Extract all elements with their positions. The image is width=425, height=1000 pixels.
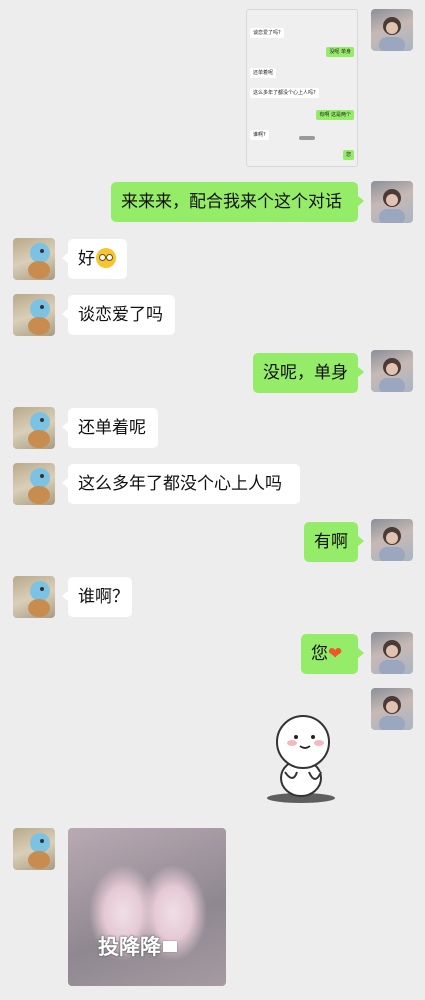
shy-blob-sticker[interactable]	[263, 712, 343, 804]
my-avatar[interactable]	[371, 632, 413, 674]
friend-avatar[interactable]	[13, 463, 55, 505]
person-photo-icon	[379, 358, 405, 392]
friend-avatar[interactable]	[13, 828, 55, 870]
thumb-msg: 没呢 单身	[326, 47, 354, 57]
message-bubble[interactable]: 谁啊？	[62, 577, 132, 617]
my-avatar[interactable]	[371, 350, 413, 392]
image-caption: 投降降	[98, 931, 177, 961]
squirtle-icon	[28, 581, 50, 617]
thumb-msg: 您	[342, 150, 354, 160]
message-text: 您	[311, 644, 328, 664]
my-avatar[interactable]	[371, 519, 413, 561]
person-photo-icon	[379, 189, 405, 223]
message-text: 还单着呢	[78, 418, 146, 438]
message-bubble[interactable]: 来来来，配合我来个这个对话	[111, 182, 364, 222]
message-bubble[interactable]: 好	[62, 239, 127, 279]
friend-avatar[interactable]	[13, 576, 55, 618]
person-photo-icon	[379, 17, 405, 51]
thumb-msg: 谁啊?	[250, 130, 269, 140]
thumb-msg: 谈恋爱了吗?	[250, 28, 284, 38]
squirtle-icon	[28, 243, 50, 279]
person-photo-icon	[379, 696, 405, 730]
friend-avatar[interactable]	[13, 238, 55, 280]
person-photo-icon	[379, 527, 405, 561]
message-text: 好	[78, 249, 95, 269]
my-avatar[interactable]	[371, 181, 413, 223]
my-avatar[interactable]	[371, 688, 413, 730]
message-text: 没呢，单身	[263, 363, 348, 383]
chat-screenshot-image[interactable]: 谈恋爱了吗? 没呢 单身 还单着呢 这么多年了都没个心上人吗? 有啊 这是两个 …	[246, 9, 358, 167]
cat-paws-image[interactable]: 投降降	[68, 828, 226, 986]
message-bubble[interactable]: 有啊	[304, 522, 364, 562]
friend-avatar[interactable]	[13, 294, 55, 336]
message-text: 这么多年了都没个心上人吗	[78, 474, 282, 494]
squirtle-icon	[28, 833, 50, 869]
thumb-msg: 这么多年了都没个心上人吗?	[250, 88, 319, 98]
friend-avatar[interactable]	[13, 407, 55, 449]
message-text: 谁啊？	[78, 587, 129, 607]
my-avatar[interactable]	[371, 9, 413, 51]
message-bubble[interactable]: 还单着呢	[62, 408, 158, 448]
message-bubble[interactable]: 没呢，单身	[253, 353, 364, 393]
flushed-face-icon	[96, 248, 116, 268]
heart-icon: ❤	[328, 644, 343, 664]
squirtle-icon	[28, 468, 50, 504]
message-text: 来来来，配合我来个这个对话	[121, 192, 342, 212]
thumb-voice-icon	[299, 136, 315, 140]
person-photo-icon	[379, 640, 405, 674]
message-bubble[interactable]: 这么多年了都没个心上人吗	[62, 464, 300, 504]
white-flag-icon	[163, 941, 177, 952]
message-text: 谈恋爱了吗	[78, 305, 163, 325]
message-bubble[interactable]: 您❤	[301, 634, 364, 674]
squirtle-icon	[28, 299, 50, 335]
thumb-msg: 有啊 这是两个	[316, 110, 354, 120]
squirtle-icon	[28, 412, 50, 448]
thumb-msg: 还单着呢	[250, 68, 277, 78]
message-bubble[interactable]: 谈恋爱了吗	[62, 295, 175, 335]
message-text: 有啊	[314, 532, 348, 552]
blob-character-icon	[267, 715, 335, 803]
